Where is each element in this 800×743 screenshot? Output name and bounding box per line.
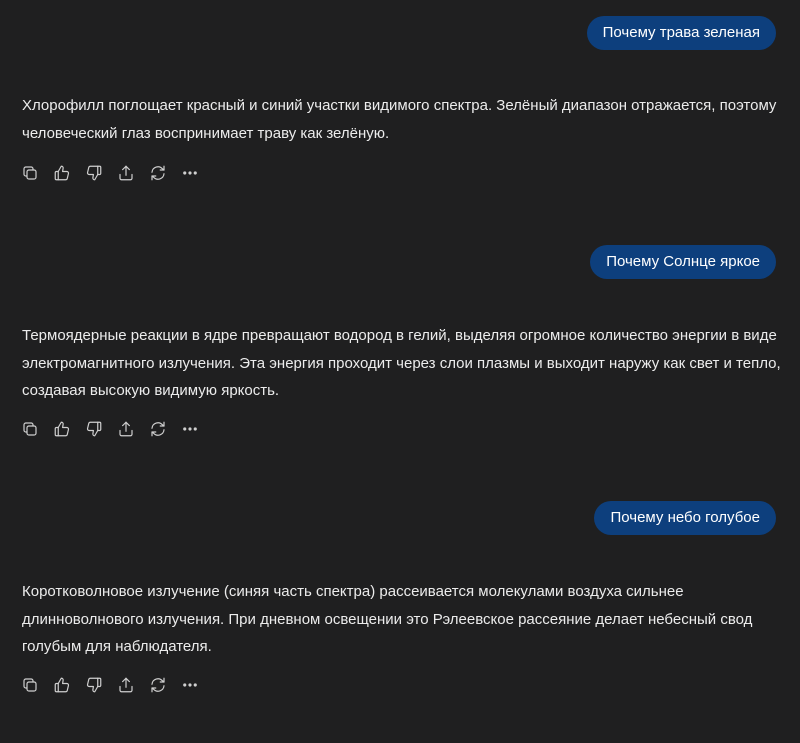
regenerate-icon <box>151 165 165 181</box>
more-icon <box>183 427 197 431</box>
user-message-1: Почему трава зеленая <box>586 16 776 50</box>
regenerate-button[interactable] <box>149 417 181 441</box>
thumbs-down-button[interactable] <box>85 417 117 441</box>
copy-icon <box>23 422 37 436</box>
regenerate-icon <box>151 421 165 437</box>
thumbs-down-icon <box>86 421 102 437</box>
assistant-message-3: Коротковолновое излучение (синяя часть с… <box>22 583 753 655</box>
user-bubble: Почему Солнце яркое <box>590 245 776 279</box>
copy-button[interactable] <box>21 161 53 185</box>
thumbs-up-button[interactable] <box>53 673 85 697</box>
share-icon <box>119 677 133 693</box>
thumbs-up-icon <box>54 677 70 693</box>
share-button[interactable] <box>117 417 149 441</box>
message-actions-3 <box>21 673 213 697</box>
more-icon <box>183 171 197 175</box>
thumbs-down-button[interactable] <box>85 161 117 185</box>
user-message-3: Почему небо голубое <box>594 501 776 535</box>
more-button[interactable] <box>181 673 213 697</box>
share-button[interactable] <box>117 161 149 185</box>
share-icon <box>119 421 133 437</box>
assistant-message-1: Хлорофилл поглощает красный и синий учас… <box>22 97 777 142</box>
thumbs-up-button[interactable] <box>53 161 85 185</box>
thumbs-down-icon <box>86 677 102 693</box>
thumbs-down-button[interactable] <box>85 673 117 697</box>
regenerate-button[interactable] <box>149 161 181 185</box>
assistant-message-2: Термоядерные реакции в ядре превращают в… <box>22 327 781 399</box>
user-bubble: Почему небо голубое <box>594 501 776 535</box>
copy-button[interactable] <box>21 673 53 697</box>
regenerate-button[interactable] <box>149 673 181 697</box>
more-button[interactable] <box>181 161 213 185</box>
thumbs-up-icon <box>54 421 70 437</box>
copy-icon <box>23 166 37 180</box>
more-icon <box>183 683 197 687</box>
thumbs-up-icon <box>54 165 70 181</box>
message-actions-1 <box>21 161 213 185</box>
regenerate-icon <box>151 677 165 693</box>
share-icon <box>119 165 133 181</box>
user-bubble: Почему трава зеленая <box>586 16 776 50</box>
message-actions-2 <box>21 417 213 441</box>
share-button[interactable] <box>117 673 149 697</box>
thumbs-down-icon <box>86 165 102 181</box>
copy-button[interactable] <box>21 417 53 441</box>
user-message-2: Почему Солнце яркое <box>590 245 776 279</box>
copy-icon <box>23 678 37 692</box>
more-button[interactable] <box>181 417 213 441</box>
thumbs-up-button[interactable] <box>53 417 85 441</box>
